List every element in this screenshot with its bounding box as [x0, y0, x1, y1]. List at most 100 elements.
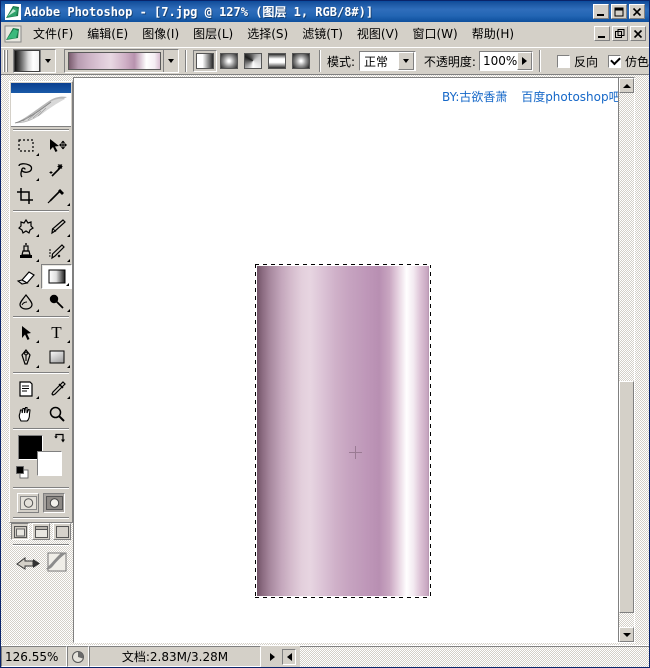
document-app-icon[interactable]	[4, 25, 22, 43]
full-screen-mode-button[interactable]	[53, 523, 71, 540]
menu-edit[interactable]: 编辑(E)	[80, 22, 135, 45]
toolbox-divider-1	[13, 129, 69, 131]
standard-screen-mode-button[interactable]	[11, 523, 29, 540]
document-vertical-scrollbar[interactable]	[618, 78, 634, 642]
clone-stamp-tool[interactable]	[10, 239, 41, 264]
options-bar-grip[interactable]	[3, 50, 10, 72]
quick-mask-mode-button[interactable]	[43, 493, 65, 513]
jump-to-other-app-button[interactable]	[44, 551, 68, 578]
rectangular-marquee-tool[interactable]	[10, 133, 41, 158]
minimize-button[interactable]	[593, 4, 609, 19]
menu-window[interactable]: 窗口(W)	[405, 22, 464, 45]
background-color-swatch[interactable]	[37, 451, 62, 476]
toolbox-feather-logo	[11, 93, 71, 127]
slice-tool[interactable]	[41, 183, 72, 208]
blend-mode-dropdown-arrow-icon[interactable]	[397, 52, 414, 70]
menu-file[interactable]: 文件(F)	[26, 22, 80, 45]
jump-to-imageready-button[interactable]	[15, 551, 42, 578]
photoshop-feather-icon	[5, 3, 21, 20]
mask-mode-buttons	[10, 491, 72, 515]
window-controls	[593, 4, 647, 19]
menu-image[interactable]: 图像(I)	[135, 22, 186, 45]
healing-brush-tool[interactable]	[10, 214, 41, 239]
angle-gradient-button[interactable]	[241, 50, 265, 72]
image-canvas[interactable]: BY:古欲香萧 百度photoshop吧	[74, 78, 621, 642]
mdi-minimize-button[interactable]	[594, 26, 610, 41]
reverse-checkbox-group[interactable]: 反向	[556, 53, 598, 70]
lasso-tool[interactable]	[10, 158, 41, 183]
tool-options-bar: 模式: 正常 不透明度: 100% 反向 仿色	[1, 47, 649, 75]
screen-mode-buttons	[10, 521, 72, 542]
tool-preset-picker[interactable]	[13, 49, 56, 73]
menu-help[interactable]: 帮助(H)	[465, 22, 521, 45]
hand-tool[interactable]	[10, 401, 41, 426]
menu-layer[interactable]: 图层(L)	[186, 22, 240, 45]
crop-tool[interactable]	[10, 183, 41, 208]
standard-mode-button[interactable]	[17, 493, 39, 513]
mdi-close-button[interactable]	[630, 26, 646, 41]
eraser-tool[interactable]	[10, 264, 41, 289]
reflected-gradient-button[interactable]	[265, 50, 289, 72]
dither-checkbox-group[interactable]: 仿色	[607, 53, 649, 70]
mdi-document-controls	[594, 26, 649, 41]
photoshop-window: Adobe Photoshop - [7.jpg @ 127% (图层 1, R…	[0, 0, 650, 668]
vertical-scroll-thumb[interactable]	[619, 381, 634, 613]
toolbox-titlebar[interactable]	[11, 83, 71, 93]
diamond-gradient-button[interactable]	[289, 50, 313, 72]
dodge-tool[interactable]	[41, 289, 72, 314]
brush-tool[interactable]	[41, 214, 72, 239]
magic-wand-tool[interactable]	[41, 158, 72, 183]
tool-preset-dropdown-arrow-icon[interactable]	[40, 50, 55, 72]
gradient-filled-layer	[257, 266, 429, 596]
zoom-tool[interactable]	[41, 401, 72, 426]
menu-bar: 文件(F) 编辑(E) 图像(I) 图层(L) 选择(S) 滤镜(T) 视图(V…	[1, 22, 649, 46]
gradient-dropdown-arrow-icon[interactable]	[163, 50, 178, 72]
blend-mode-select[interactable]: 正常	[359, 51, 416, 71]
linear-gradient-button[interactable]	[193, 50, 217, 72]
status-arrow-buttons	[261, 646, 300, 667]
menu-filter[interactable]: 滤镜(T)	[295, 22, 350, 45]
watermark-text: BY:古欲香萧 百度photoshop吧	[442, 88, 621, 105]
status-next-arrow-icon[interactable]	[265, 648, 279, 665]
history-brush-tool[interactable]	[41, 239, 72, 264]
restore-button[interactable]	[611, 4, 627, 19]
eyedropper-tool[interactable]	[41, 376, 72, 401]
opacity-input[interactable]: 100%	[478, 51, 533, 71]
dither-checkbox[interactable]	[607, 54, 621, 68]
zoom-level-field[interactable]: 126.55%	[1, 646, 67, 667]
blend-mode-value: 正常	[364, 54, 389, 69]
opacity-flyout-arrow-icon[interactable]	[517, 52, 532, 70]
gradient-preset-picker[interactable]	[64, 49, 179, 73]
tool-grid-retouch	[10, 214, 72, 314]
options-separator-2	[319, 50, 321, 72]
full-screen-with-menubar-button[interactable]	[32, 523, 50, 540]
reverse-checkbox[interactable]	[556, 54, 570, 68]
scroll-down-button[interactable]	[619, 627, 634, 642]
blur-tool[interactable]	[10, 289, 41, 314]
toolbox-divider-6	[13, 487, 69, 489]
status-prev-arrow-icon[interactable]	[282, 648, 296, 665]
gradient-tool[interactable]	[41, 264, 72, 289]
opacity-label: 不透明度:	[423, 54, 476, 69]
document-size-info[interactable]: 文档:2.83M/3.28M	[89, 646, 261, 667]
scroll-up-button[interactable]	[619, 78, 634, 93]
options-separator-3	[538, 50, 541, 72]
path-selection-tool[interactable]	[10, 320, 41, 345]
close-button[interactable]	[629, 4, 645, 19]
type-tool[interactable]: T	[41, 320, 72, 345]
notes-tool[interactable]	[10, 376, 41, 401]
tool-grid-misc	[10, 376, 72, 426]
move-tool[interactable]	[41, 133, 72, 158]
shape-tool[interactable]	[41, 345, 72, 370]
opacity-value: 100%	[482, 54, 518, 68]
swap-colors-icon[interactable]	[53, 433, 66, 451]
tool-grid-selection	[10, 133, 72, 208]
menu-select[interactable]: 选择(S)	[240, 22, 295, 45]
pen-tool[interactable]	[10, 345, 41, 370]
default-colors-icon[interactable]	[16, 466, 29, 484]
thumbnail-icon[interactable]	[67, 646, 89, 667]
mdi-restore-button[interactable]	[612, 26, 628, 41]
menu-view[interactable]: 视图(V)	[350, 22, 406, 45]
radial-gradient-button[interactable]	[217, 50, 241, 72]
options-separator-1	[185, 50, 187, 72]
